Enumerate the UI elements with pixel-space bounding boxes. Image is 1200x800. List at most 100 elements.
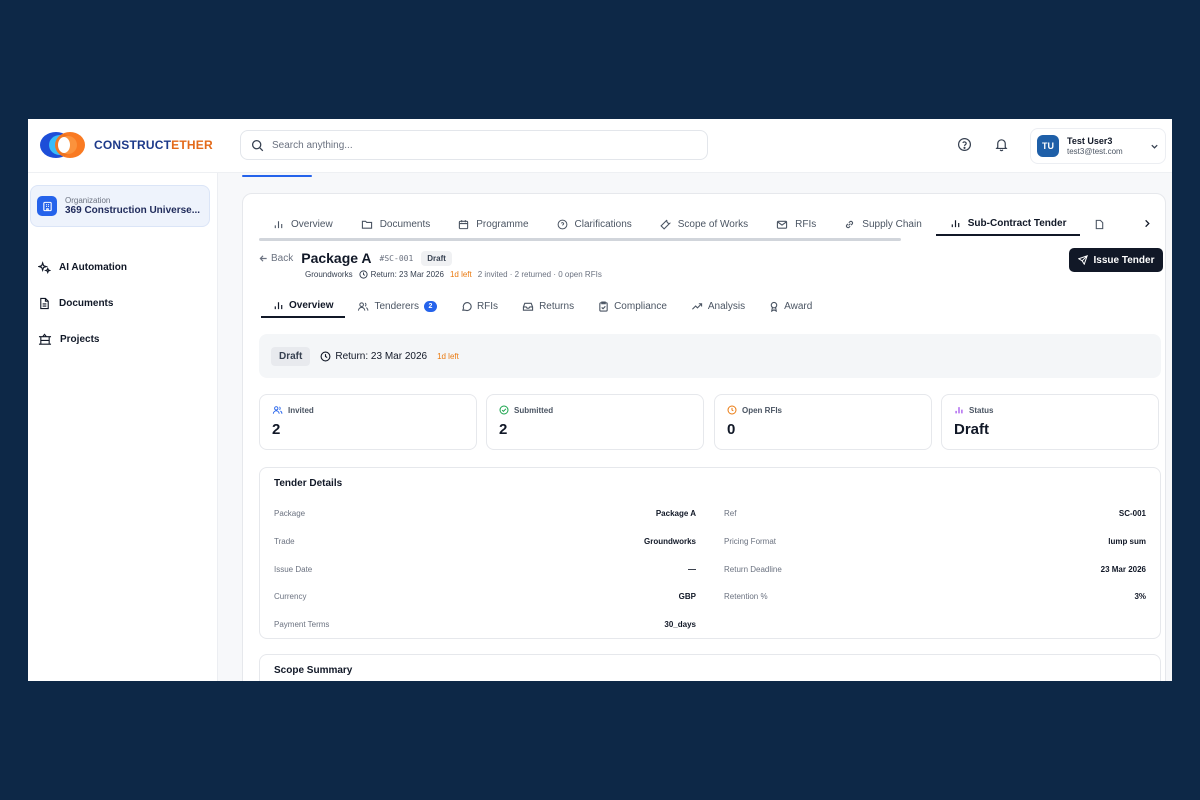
- package-ref: #SC-001: [379, 253, 414, 263]
- tab-label: Sub-Contract Tender: [967, 217, 1067, 229]
- tab-label: Documents: [379, 218, 431, 230]
- tab-overview[interactable]: Overview: [259, 212, 347, 236]
- package-header: Back Package A #SC-001 Draft: [259, 250, 452, 266]
- stat-card-status: Status Draft: [941, 394, 1159, 450]
- brand-name: ConstructEther: [94, 138, 213, 152]
- tab-clarifications[interactable]: Clarifications: [543, 212, 646, 236]
- tab-tender-overview[interactable]: Overview: [261, 294, 346, 318]
- stat-card-open-rfis: Open RFIs 0: [714, 394, 932, 450]
- arrow-left-icon: [259, 254, 267, 262]
- tab-label: RFIs: [795, 218, 817, 230]
- user-menu[interactable]: TU Test User3 test3@test.com: [1030, 128, 1166, 164]
- tabs-scrollbar[interactable]: [259, 238, 901, 241]
- projects-icon: [38, 333, 52, 346]
- tab-compliance[interactable]: Compliance: [586, 294, 679, 318]
- package-return-date: Return: 23 Mar 2026: [370, 270, 444, 279]
- tab-label: Clarifications: [574, 218, 632, 230]
- detail-row-return-deadline: Return Deadline 23 Mar 2026: [724, 565, 1146, 574]
- clock-icon: [727, 405, 737, 415]
- calendar-icon: [458, 219, 469, 230]
- return-date-info: Return: 23 Mar 2026: [320, 351, 427, 362]
- tab-documents[interactable]: Documents: [347, 212, 445, 236]
- tenderers-count-badge: 2: [423, 300, 437, 312]
- clipboard-check-icon: [599, 301, 608, 312]
- search-input[interactable]: [272, 139, 672, 151]
- help-icon[interactable]: [957, 137, 972, 152]
- stat-label: Status: [969, 405, 994, 415]
- organization-switcher[interactable]: Organization 369 Construction Universe..…: [30, 185, 210, 227]
- detail-row-currency: Currency GBP: [274, 592, 696, 601]
- tab-label: Scope of Works: [677, 218, 749, 230]
- package-title: Package A: [301, 250, 372, 266]
- brand-logo[interactable]: ConstructEther: [38, 130, 213, 160]
- sidebar-item-projects[interactable]: Projects: [38, 329, 208, 349]
- sidebar-item-ai-automation[interactable]: AI Automation: [38, 257, 208, 277]
- detail-row-pricing-format: Pricing Format lump sum: [724, 537, 1146, 546]
- scope-summary-section: Scope Summary: [259, 654, 1161, 681]
- link-icon: [844, 219, 855, 230]
- section-title: Scope Summary: [274, 665, 353, 676]
- users-icon: [272, 406, 283, 414]
- wrench-icon: [660, 219, 671, 230]
- package-meta: Groundworks Return: 23 Mar 2026 1d left …: [305, 270, 602, 279]
- tab-analysis[interactable]: Analysis: [679, 294, 757, 318]
- document-icon: [1094, 219, 1105, 230]
- chevron-right-icon: [1145, 219, 1150, 227]
- app-window: ConstructEther TU Test User3 test3@test.…: [28, 119, 1172, 681]
- tab-rfis[interactable]: RFIs: [762, 212, 830, 236]
- bell-icon[interactable]: [994, 137, 1009, 152]
- bar-chart-icon: [273, 219, 284, 230]
- stat-card-invited: Invited 2: [259, 394, 477, 450]
- bar-chart-icon: [955, 407, 963, 414]
- issue-tender-button[interactable]: Issue Tender: [1069, 248, 1163, 272]
- logo-mark-icon: [40, 132, 85, 158]
- tab-label: Tenderers: [374, 300, 419, 312]
- return-date-text: Return: 23 Mar 2026: [335, 350, 428, 362]
- organization-name: 369 Construction Universe...: [65, 205, 201, 216]
- back-button[interactable]: Back: [259, 253, 293, 264]
- tab-scope-of-works[interactable]: Scope of Works: [646, 212, 762, 236]
- stat-value: 2: [499, 421, 508, 438]
- tab-returns[interactable]: Returns: [510, 294, 586, 318]
- tab-supply-chain[interactable]: Supply Chain: [830, 212, 935, 236]
- building-icon: [37, 196, 57, 216]
- days-left: 1d left: [437, 351, 459, 361]
- user-name: Test User3: [1067, 135, 1113, 146]
- detail-row-retention: Retention % 3%: [724, 592, 1146, 601]
- package-days-left: 1d left: [449, 270, 472, 279]
- back-label: Back: [271, 252, 294, 264]
- tab-award[interactable]: Award: [757, 294, 824, 318]
- tab-tender-rfis[interactable]: RFIs: [449, 294, 510, 318]
- tab-sub-contract-tender[interactable]: Sub-Contract Tender: [935, 212, 1081, 236]
- avatar: TU: [1037, 135, 1059, 157]
- status-badge: Draft: [421, 250, 452, 266]
- top-bar: ConstructEther TU Test User3 test3@test.…: [28, 119, 1172, 173]
- tab-label: Analysis: [707, 300, 746, 312]
- search-bar[interactable]: [240, 130, 708, 160]
- bar-chart-icon: [274, 301, 283, 309]
- tender-card: Overview Documents Programme Clarificati…: [242, 193, 1166, 681]
- award-icon: [770, 301, 778, 312]
- main-content: Overview Documents Programme Clarificati…: [218, 173, 1172, 681]
- detail-row-issue-date: Issue Date —: [274, 565, 696, 574]
- tab-tenderers[interactable]: Tenderers 2: [345, 294, 448, 318]
- tab-label: Overview: [289, 299, 334, 311]
- tab-label: Award: [784, 300, 813, 312]
- sidebar-item-label: Documents: [59, 297, 114, 309]
- sidebar-item-label: AI Automation: [59, 261, 127, 273]
- tab-label: Returns: [539, 300, 575, 312]
- section-title: Tender Details: [274, 478, 343, 489]
- tender-details-section: Tender Details Package Package A Trade Gro…: [259, 467, 1161, 639]
- tabs-scroll-right-button[interactable]: [1136, 212, 1158, 234]
- bar-chart-icon: [950, 218, 961, 229]
- tab-label: Supply Chain: [862, 218, 922, 230]
- folder-icon: [361, 219, 373, 230]
- help-circle-icon: [557, 219, 568, 230]
- tab-programme[interactable]: Programme: [444, 212, 542, 236]
- detail-row-payment-terms: Payment Terms 30_days: [274, 620, 696, 629]
- tab-next-hidden[interactable]: [1080, 212, 1119, 236]
- scroll-indicator: [242, 175, 312, 177]
- sidebar-item-documents[interactable]: Documents: [38, 293, 208, 313]
- package-trade: Groundworks: [305, 270, 353, 279]
- clock-icon: [320, 351, 331, 361]
